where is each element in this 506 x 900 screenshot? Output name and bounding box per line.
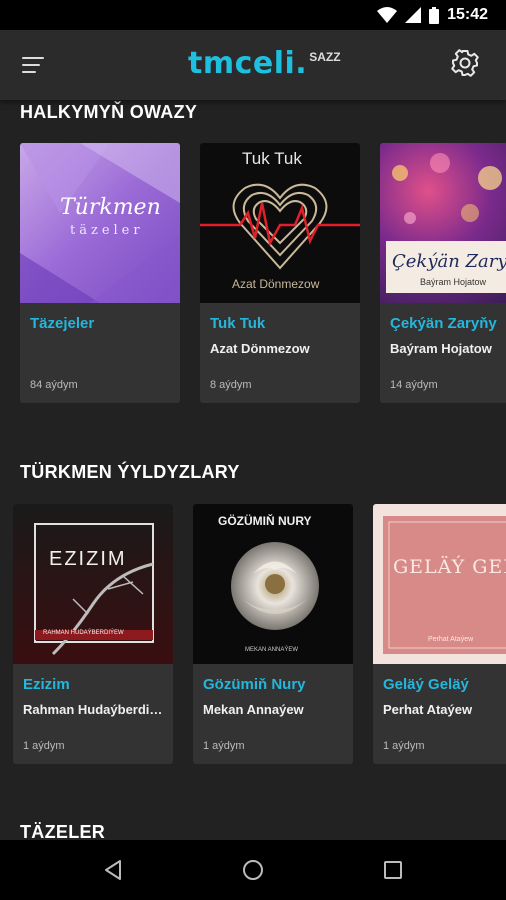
app-logo: tmceli. SAZZ bbox=[188, 44, 341, 84]
album-art-subtext: Azat Dönmezow bbox=[232, 277, 320, 291]
main-content[interactable]: HALKYMYŇ OWAZY Türkmen täzeler Täzejeler… bbox=[0, 100, 506, 840]
album-art: Çekýän Zaryňy Baýram Hojatow bbox=[380, 143, 506, 303]
album-art: Türkmen täzeler bbox=[20, 143, 180, 303]
card-song-count: 14 aýdym bbox=[390, 379, 438, 391]
album-art-text: EZIZIM bbox=[49, 548, 127, 570]
album-art-subtext: MEKAN ANNAÝEW bbox=[245, 647, 299, 653]
home-icon[interactable] bbox=[239, 856, 267, 884]
card-title: Geläý Geläý bbox=[383, 676, 469, 693]
card-artist: Azat Dönmezow bbox=[210, 341, 310, 356]
album-art-subtext: täzeler bbox=[70, 223, 144, 238]
hamburger-menu-icon[interactable] bbox=[16, 50, 50, 80]
section-title-halkymyn-owazy: HALKYMYŇ OWAZY bbox=[20, 102, 198, 122]
logo-main-text: tmceli. bbox=[188, 46, 308, 81]
card-gelay-gelay[interactable]: GELÄÝ GELÄÝ Perhat Ataýew Geläý Geläý Pe… bbox=[373, 504, 506, 764]
recents-icon[interactable] bbox=[379, 856, 407, 884]
album-art-subtext: Baýram Hojatow bbox=[420, 277, 487, 287]
album-art: GELÄÝ GELÄÝ Perhat Ataýew bbox=[373, 504, 506, 664]
album-art: EZIZIM RAHMAN HUDAÝBERDIÝEW bbox=[13, 504, 173, 664]
album-art-subtext: RAHMAN HUDAÝBERDIÝEW bbox=[43, 630, 124, 636]
card-title: Çekýän Zaryňy bbox=[390, 315, 497, 332]
section-title-turkmen-yyldyzlary: TÜRKMEN ÝYLDYZLARY bbox=[20, 462, 240, 482]
album-art: GÖZÜMIŇ NURY MEKAN ANNAÝEW bbox=[193, 504, 353, 664]
album-art-text: Tuk Tuk bbox=[242, 149, 302, 168]
card-title: Tuk Tuk bbox=[210, 315, 266, 332]
card-artist: Rahman Hudaýberdiýew bbox=[23, 702, 168, 717]
gear-icon[interactable] bbox=[448, 46, 482, 80]
card-cekyan-zaryny[interactable]: Çekýän Zaryňy Baýram Hojatow Çekýän Zary… bbox=[380, 143, 506, 403]
album-art-text: Çekýän Zaryňy bbox=[392, 251, 506, 272]
wifi-icon bbox=[377, 7, 398, 23]
status-bar: 15:42 bbox=[0, 0, 506, 30]
back-icon[interactable] bbox=[100, 856, 128, 884]
card-artist: Mekan Annaýew bbox=[203, 702, 304, 717]
card-tazejeler[interactable]: Türkmen täzeler Täzejeler 84 aýdym bbox=[20, 143, 180, 403]
card-song-count: 84 aýdym bbox=[30, 379, 78, 391]
logo-sub-text: SAZZ bbox=[309, 50, 341, 64]
card-artist: Perhat Ataýew bbox=[383, 702, 473, 717]
app-bar: tmceli. SAZZ bbox=[0, 30, 506, 100]
album-art-text: Türkmen bbox=[60, 195, 161, 220]
status-time: 15:42 bbox=[447, 6, 488, 23]
card-title: Gözümiň Nury bbox=[203, 676, 306, 693]
album-art-text: GELÄÝ GELÄÝ bbox=[393, 556, 506, 578]
card-song-count: 1 aýdym bbox=[383, 740, 425, 752]
card-song-count: 1 aýdym bbox=[23, 740, 65, 752]
card-song-count: 8 aýdym bbox=[210, 379, 252, 391]
card-title: Täzejeler bbox=[30, 315, 95, 332]
card-title: Ezizim bbox=[23, 676, 70, 693]
album-art: Tuk Tuk Azat Dönmezow bbox=[200, 143, 360, 303]
card-tuk-tuk[interactable]: Tuk Tuk Azat Dönmezow Tuk Tuk Azat Dönme… bbox=[200, 143, 360, 403]
card-ezizim[interactable]: EZIZIM RAHMAN HUDAÝBERDIÝEW Ezizim Rahma… bbox=[13, 504, 173, 764]
album-art-text: GÖZÜMIŇ NURY bbox=[218, 514, 312, 528]
card-artist: Baýram Hojatow bbox=[390, 341, 492, 356]
card-gozumin-nury[interactable]: GÖZÜMIŇ NURY MEKAN ANNAÝEW Gözümiň Nury … bbox=[193, 504, 353, 764]
card-song-count: 1 aýdym bbox=[203, 740, 245, 752]
section-title-tazeler: TÄZELER bbox=[20, 822, 106, 840]
signal-icon bbox=[405, 7, 422, 23]
battery-icon bbox=[429, 6, 440, 24]
system-nav-bar bbox=[0, 840, 506, 900]
album-art-subtext: Perhat Ataýew bbox=[428, 636, 474, 643]
